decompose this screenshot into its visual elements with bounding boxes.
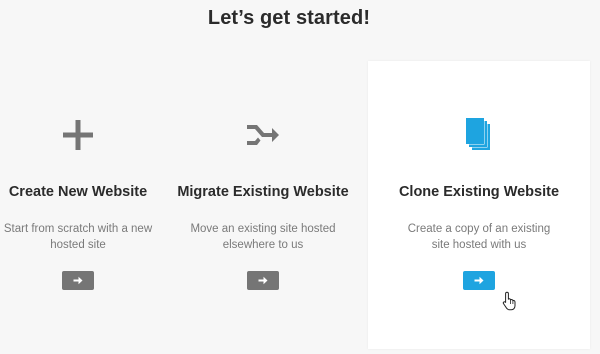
option-title: Migrate Existing Website	[177, 184, 349, 200]
option-description: Start from scratch with a new hosted sit…	[3, 223, 153, 251]
migrate-website-button[interactable]	[247, 271, 279, 290]
arrow-right-icon	[474, 276, 484, 285]
plus-icon	[0, 115, 164, 155]
page-title: Let’s get started!	[207, 7, 371, 29]
option-description: Create a copy of an existing site hosted…	[407, 223, 551, 251]
arrow-right-icon	[258, 276, 268, 285]
option-card-create[interactable]: Create New Website Start from scratch wi…	[0, 61, 164, 349]
clone-website-button[interactable]	[463, 271, 495, 290]
option-card-migrate[interactable]: Migrate Existing Website Move an existin…	[176, 61, 350, 349]
copy-pages-icon	[368, 115, 590, 155]
migrate-arrow-icon	[176, 115, 350, 155]
option-card-clone[interactable]: Clone Existing Website Create a copy of …	[368, 61, 590, 349]
create-website-button[interactable]	[62, 271, 94, 290]
option-title: Create New Website	[8, 184, 148, 200]
option-description: Move an existing site hosted elsewhere t…	[190, 223, 336, 251]
arrow-right-icon	[73, 276, 83, 285]
option-title: Clone Existing Website	[398, 184, 560, 200]
hand-cursor-icon	[502, 291, 516, 311]
